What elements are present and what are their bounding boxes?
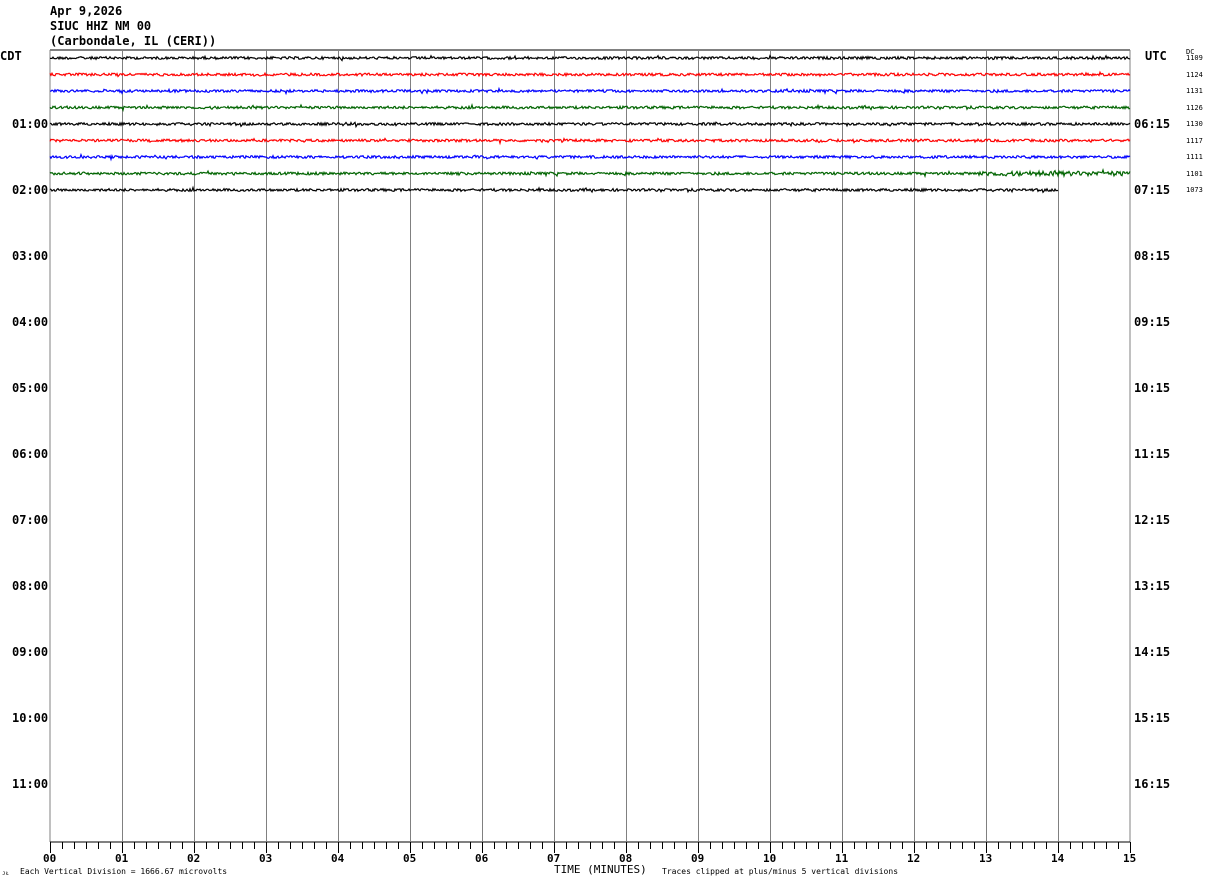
seismic-trace (49, 137, 1131, 146)
seismic-trace (50, 86, 1131, 96)
helicorder-plot (49, 49, 1131, 853)
seismic-trace (49, 121, 1131, 129)
seismic-trace (49, 152, 1131, 162)
seismic-trace (49, 102, 1131, 113)
seismic-trace (49, 70, 1131, 78)
seismic-trace (49, 168, 1131, 179)
seismic-trace (49, 54, 1131, 62)
